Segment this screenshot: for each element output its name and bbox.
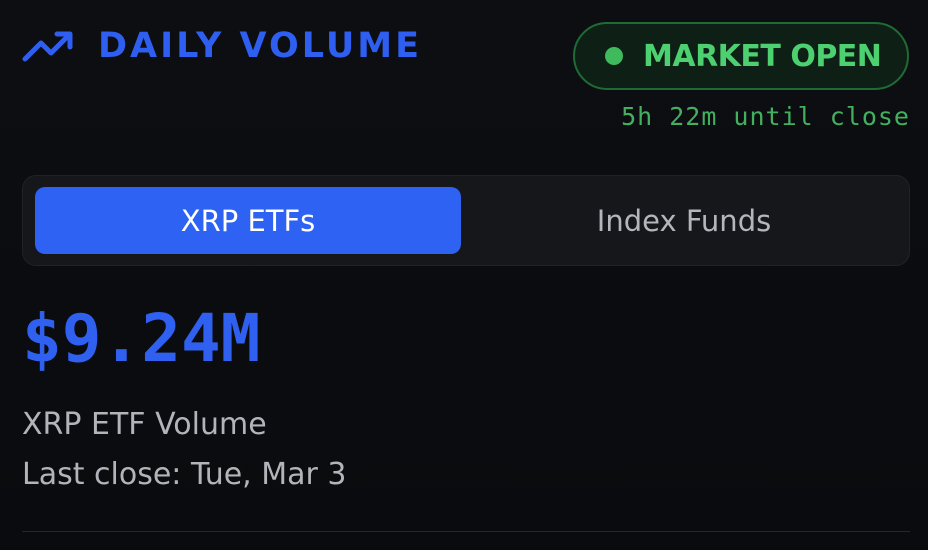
section-divider <box>22 531 910 532</box>
status-dot-icon <box>605 47 623 65</box>
last-close-date: Last close: Tue, Mar 3 <box>22 457 347 492</box>
volume-label: XRP ETF Volume <box>22 407 267 442</box>
fund-type-tabs: XRP ETFs Index Funds <box>22 175 910 266</box>
tab-index-funds[interactable]: Index Funds <box>471 187 897 254</box>
volume-value: $9.24M <box>22 300 261 377</box>
tab-xrp-etfs[interactable]: XRP ETFs <box>35 187 461 254</box>
page-title: DAILY VOLUME <box>98 25 422 66</box>
market-status-label: MARKET OPEN <box>643 38 882 74</box>
trending-up-icon <box>22 31 73 62</box>
close-countdown: 5h 22m until close <box>621 102 910 131</box>
market-status-badge: MARKET OPEN <box>573 22 909 90</box>
panel-header: DAILY VOLUME <box>22 26 422 66</box>
